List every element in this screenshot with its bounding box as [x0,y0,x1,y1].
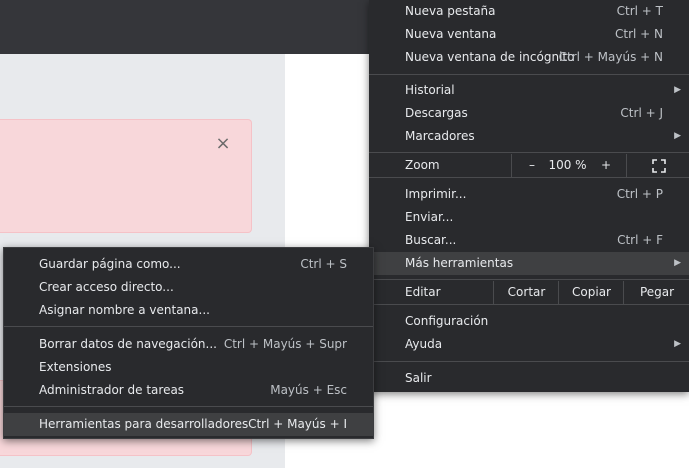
fullscreen-icon [651,158,666,173]
submenu-item-save-page[interactable]: Guardar página como... Ctrl + S [4,253,373,276]
submenu-arrow-icon: ▶ [674,85,681,95]
menu-item-label: Historial [405,83,455,97]
menu-item-cast[interactable]: Enviar... [369,206,689,229]
menu-separator [369,304,689,305]
menu-item-shortcut: Ctrl + T [616,4,663,18]
menu-separator [4,406,373,407]
menu-item-label: Asignar nombre a ventana... [39,303,210,317]
menu-item-label: Herramientas para desarrolladores [39,417,249,431]
menu-separator [369,361,689,362]
chrome-main-menu: Nueva pestaña Ctrl + T Nueva ventana Ctr… [369,0,689,392]
menu-item-shortcut: Ctrl + Mayús + I [248,417,347,431]
menu-item-find[interactable]: Buscar... Ctrl + F [369,229,689,252]
zoom-in-button[interactable]: + [591,154,621,177]
menu-item-new-window[interactable]: Nueva ventana Ctrl + N [369,23,689,46]
menu-item-shortcut: Ctrl + Mayús + N [558,50,663,64]
menu-item-shortcut: Ctrl + J [620,106,663,120]
fullscreen-button[interactable] [626,154,689,177]
submenu-item-task-manager[interactable]: Administrador de tareas Mayús + Esc [4,379,373,402]
menu-item-bookmarks[interactable]: Marcadores ▶ [369,125,689,148]
menu-item-label: Nueva ventana de incógnito [405,50,575,64]
menu-separator [369,279,689,280]
menu-row-zoom: Zoom – 100 % + [369,154,689,177]
submenu-item-name-window[interactable]: Asignar nombre a ventana... [4,299,373,322]
more-tools-submenu: Guardar página como... Ctrl + S Crear ac… [3,247,374,439]
edit-label: Editar [405,285,441,299]
menu-item-shortcut: Ctrl + F [617,233,663,247]
menu-item-history[interactable]: Historial ▶ [369,79,689,102]
menu-item-shortcut: Ctrl + P [616,187,663,201]
menu-separator [4,326,373,327]
menu-item-label: Crear acceso directo... [39,280,174,294]
close-icon[interactable]: × [213,134,233,154]
menu-item-label: Extensiones [39,360,112,374]
menu-separator [369,74,689,75]
submenu-arrow-icon: ▶ [674,258,681,268]
menu-item-shortcut: Ctrl + S [300,257,347,271]
menu-item-shortcut: Ctrl + N [614,27,663,41]
zoom-value: 100 % [548,158,587,172]
menu-item-more-tools[interactable]: Más herramientas ▶ [369,252,689,275]
submenu-item-create-shortcut[interactable]: Crear acceso directo... [4,276,373,299]
menu-item-label: Configuración [405,314,489,328]
menu-item-label: Más herramientas [405,256,514,270]
menu-item-label: Imprimir... [405,187,467,201]
menu-separator [369,152,689,153]
menu-item-label: Nueva pestaña [405,4,496,18]
submenu-arrow-icon: ▶ [674,339,681,349]
menu-item-label: Administrador de tareas [39,383,185,397]
menu-separator [369,177,689,178]
menu-item-label: Descargas [405,106,468,120]
menu-item-downloads[interactable]: Descargas Ctrl + J [369,102,689,125]
menu-item-help[interactable]: Ayuda ▶ [369,333,689,356]
zoom-label: Zoom [405,158,440,172]
menu-item-label: Ayuda [405,337,443,351]
menu-item-shortcut: Ctrl + Mayús + Supr [223,337,347,351]
submenu-item-developer-tools[interactable]: Herramientas para desarrolladores Ctrl +… [4,413,373,436]
menu-item-print[interactable]: Imprimir... Ctrl + P [369,183,689,206]
submenu-item-clear-data[interactable]: Borrar datos de navegación... Ctrl + May… [4,333,373,356]
menu-item-incognito-window[interactable]: Nueva ventana de incógnito Ctrl + Mayús … [369,46,689,69]
copy-button[interactable]: Copiar [558,281,624,304]
menu-item-label: Salir [405,371,432,385]
menu-item-label: Guardar página como... [39,257,181,271]
menu-item-new-tab[interactable]: Nueva pestaña Ctrl + T [369,0,689,23]
submenu-arrow-icon: ▶ [674,131,681,141]
menu-item-label: Marcadores [405,129,475,143]
menu-item-exit[interactable]: Salir [369,367,689,390]
menu-item-label: Borrar datos de navegación... [39,337,217,351]
menu-row-edit: Editar Cortar Copiar Pegar [369,281,689,304]
menu-item-settings[interactable]: Configuración [369,310,689,333]
submenu-item-extensions[interactable]: Extensiones [4,356,373,379]
menu-item-label: Enviar... [405,210,454,224]
cut-button[interactable]: Cortar [493,281,559,304]
menu-item-label: Buscar... [405,233,457,247]
menu-item-shortcut: Mayús + Esc [270,383,347,397]
menu-item-label: Nueva ventana [405,27,497,41]
paste-button[interactable]: Pegar [623,281,689,304]
